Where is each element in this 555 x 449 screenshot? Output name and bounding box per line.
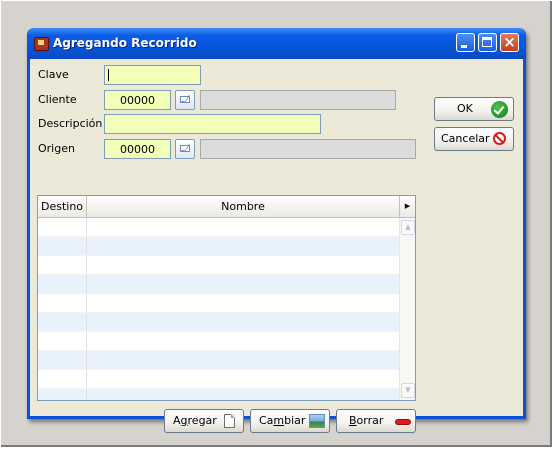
column-scroll-right-icon[interactable]: ▶ xyxy=(400,196,415,217)
table-row[interactable] xyxy=(38,256,399,275)
table-row[interactable] xyxy=(38,389,399,400)
table-row[interactable] xyxy=(38,313,399,332)
maximize-icon xyxy=(482,37,492,47)
descripcion-label: Descripción xyxy=(38,117,103,130)
origen-name-field xyxy=(200,139,416,159)
scroll-down-icon[interactable]: ▼ xyxy=(401,383,415,398)
clave-input[interactable] xyxy=(104,65,201,85)
origen-label: Origen xyxy=(38,142,75,155)
app-icon xyxy=(34,37,49,51)
change-button[interactable]: Cambiar xyxy=(250,409,330,433)
descripcion-input[interactable] xyxy=(104,114,321,134)
add-label-mnemonic: g xyxy=(180,414,188,427)
change-label-mnemonic: m xyxy=(273,414,285,427)
remove-icon xyxy=(395,419,411,425)
close-icon: × xyxy=(503,33,516,51)
table-row[interactable] xyxy=(38,351,399,370)
cancel-button[interactable]: Cancelar xyxy=(434,127,514,151)
minimize-button[interactable] xyxy=(456,33,475,52)
table-row[interactable] xyxy=(38,332,399,351)
change-label-end: biar xyxy=(284,414,306,427)
origen-lookup-button[interactable] xyxy=(175,139,195,159)
table-row[interactable] xyxy=(38,218,399,237)
minimize-icon xyxy=(461,45,467,48)
delete-label-mnemonic: B xyxy=(349,414,357,427)
cliente-lookup-button[interactable] xyxy=(175,90,195,110)
grid-header: Destino Nombre ▶ xyxy=(38,196,415,218)
title-bar[interactable]: Agregando Recorrido × xyxy=(27,28,526,59)
destinations-grid[interactable]: Destino Nombre ▶ ▲ ▼ xyxy=(37,195,416,401)
ok-label: OK xyxy=(457,102,473,115)
table-row[interactable] xyxy=(38,237,399,256)
edit-image-icon xyxy=(309,414,325,428)
cancel-label: Cancelar xyxy=(441,132,490,145)
close-button[interactable]: × xyxy=(500,33,519,52)
column-header-nombre[interactable]: Nombre xyxy=(87,196,400,217)
cliente-name-field xyxy=(200,90,396,110)
column-header-destino[interactable]: Destino xyxy=(38,196,87,217)
checkmark-icon xyxy=(491,101,508,118)
delete-label-end: orrar xyxy=(356,414,384,427)
maximize-button[interactable] xyxy=(478,33,497,52)
text-cursor xyxy=(108,69,109,81)
table-row[interactable] xyxy=(38,294,399,313)
scroll-up-icon[interactable]: ▲ xyxy=(401,220,415,235)
cliente-code-input[interactable] xyxy=(104,90,171,110)
change-label-start: Ca xyxy=(259,414,274,427)
add-label-end: regar xyxy=(187,414,217,427)
no-entry-icon xyxy=(493,132,506,145)
add-label-start: A xyxy=(173,414,181,427)
origen-code-input[interactable] xyxy=(104,139,171,159)
delete-button[interactable]: Borrar xyxy=(336,409,416,433)
clave-label: Clave xyxy=(38,68,69,81)
ok-button[interactable]: OK xyxy=(434,97,514,121)
dialog-body: Clave Cliente Descripción Origen OK Canc… xyxy=(30,59,523,433)
vertical-scrollbar[interactable]: ▲ ▼ xyxy=(399,218,415,400)
add-button[interactable]: Agregar xyxy=(164,409,244,433)
table-row[interactable] xyxy=(38,275,399,294)
window-title: Agregando Recorrido xyxy=(53,36,197,50)
table-row[interactable] xyxy=(38,370,399,389)
new-page-icon xyxy=(224,414,235,428)
dialog-window: Agregando Recorrido × Clave Cliente Desc… xyxy=(27,28,526,433)
grid-body[interactable] xyxy=(38,218,399,400)
cliente-label: Cliente xyxy=(38,93,77,106)
